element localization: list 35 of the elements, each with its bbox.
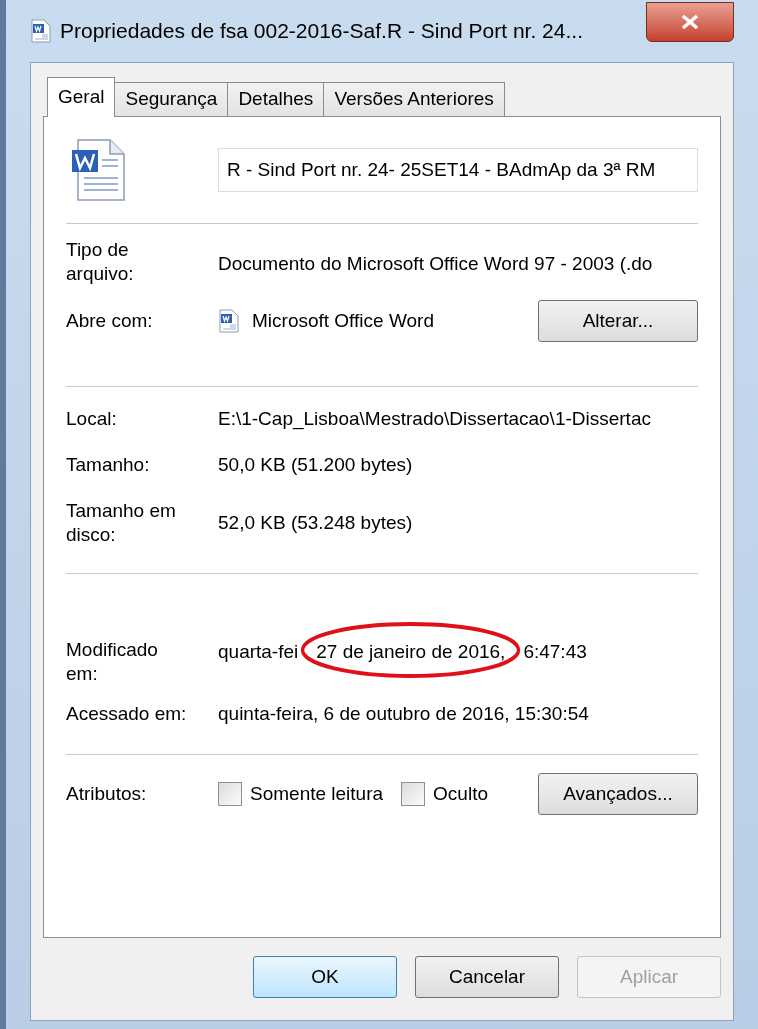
tab[interactable]: Geral [47, 77, 116, 117]
checkbox[interactable] [218, 782, 242, 806]
file-name-field[interactable]: R - Sind Port nr. 24- 25SET14 - BAdmAp da 3ª RM [218, 148, 698, 192]
checkbox-label: Oculto [433, 781, 488, 806]
field-label: Tamanho em disco: [66, 499, 177, 547]
document-icon [218, 309, 240, 333]
field-value: Documento do Microsoft Office Word 97 - 2003 (.do [218, 253, 653, 274]
checkbox-label: Somente leitura [250, 781, 384, 806]
dialog-button[interactable]: OK [253, 956, 397, 998]
close-button[interactable] [646, 2, 734, 42]
field-label: Tamanho: [66, 453, 151, 477]
field-label: Atributos: [66, 782, 148, 806]
field-label: Modificado em: [66, 638, 159, 686]
tab[interactable]: Versões Anteriores [323, 82, 505, 116]
field-label: Acessado em: [66, 702, 188, 727]
field-value: 27 de janeiro de 2016, [316, 641, 506, 662]
field-label: Local: [66, 407, 118, 431]
app-name: Microsoft Office Word [252, 308, 435, 333]
document-icon [30, 19, 52, 43]
field-value: quinta-feira, 6 de outubro de 2016, 15:30:54 [218, 703, 589, 724]
field-label: Tipo de arquivo: [66, 238, 135, 286]
close-icon [681, 14, 699, 30]
field-value: quarta-fei [218, 640, 299, 665]
field-value: 50,0 KB (51.200 bytes) [218, 453, 413, 477]
field-value: 52,0 KB (53.248 bytes) [218, 511, 413, 535]
dialog-button[interactable]: Cancelar [415, 956, 559, 998]
field-label: Abre com: [66, 309, 154, 333]
change-button[interactable]: Alterar... [538, 300, 698, 342]
tab[interactable]: Segurança [114, 82, 229, 116]
window-title: Propriedades de fsa 002-2016-Saf.R - Sind Port nr. 24... [60, 18, 584, 45]
field-value: 6:47:43 [523, 640, 587, 665]
tab[interactable]: Detalhes [227, 82, 325, 116]
field-value: E:\1-Cap_Lisboa\Mestrado\Dissertacao\1-Dissertac [218, 407, 651, 431]
checkbox[interactable] [401, 782, 426, 806]
advanced-button[interactable]: Avançados... [538, 773, 698, 815]
